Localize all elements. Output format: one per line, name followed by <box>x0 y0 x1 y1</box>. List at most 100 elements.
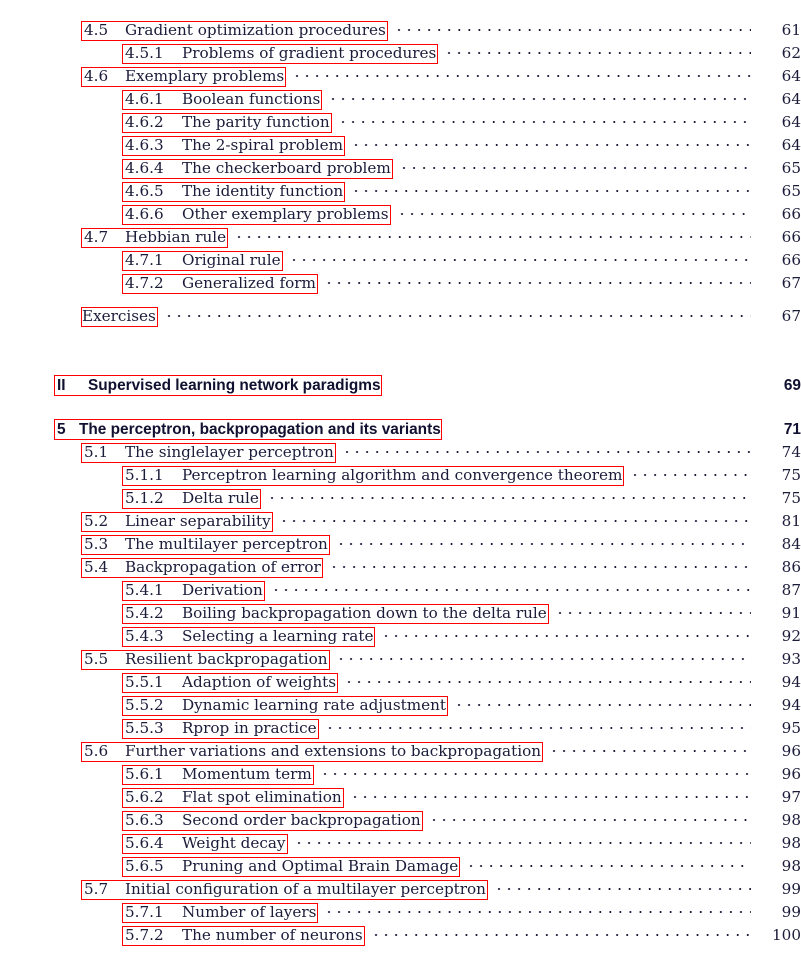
toc-entry-page-number: 64 <box>781 90 801 108</box>
toc-link-box[interactable]: 5.6.1 Momentum term <box>122 765 314 785</box>
toc-entry-4-7-2[interactable]: 4.7.2 Generalized form 67 <box>0 271 801 294</box>
toc-link-box[interactable]: 5.4.3 Selecting a learning rate <box>122 627 376 647</box>
toc-link-box[interactable]: 4.6.6 Other exemplary problems <box>122 205 391 225</box>
toc-link-box[interactable]: 5.5.1 Adaption of weights <box>122 673 339 693</box>
toc-link-box[interactable]: 4.6.3 The 2-spiral problem <box>122 136 345 156</box>
toc-entry-title: Number of layers <box>182 903 317 921</box>
toc-link-box[interactable]: 5.7 Initial configuration of a multilayer… <box>81 880 488 900</box>
toc-link-box[interactable]: Exercises <box>81 307 158 327</box>
toc-entry-4-5-1[interactable]: 4.5.1 Problems of gradient procedures 62 <box>0 41 801 64</box>
toc-entry-5-7-1[interactable]: 5.7.1 Number of layers 99 <box>0 900 801 923</box>
dot-leader <box>388 373 751 390</box>
toc-link-box[interactable]: 4.7.2 Generalized form <box>122 274 318 294</box>
toc-entry-5-6-4[interactable]: 5.6.4 Weight decay 98 <box>0 831 801 854</box>
toc-entry-5-6-5[interactable]: 5.6.5 Pruning and Optimal Brain Damage 98 <box>0 854 801 877</box>
toc-entry-5-7[interactable]: 5.7 Initial configuration of a multilayer… <box>0 877 801 900</box>
toc-entry-4-6-5[interactable]: 4.6.5 The identity function 65 <box>0 179 801 202</box>
toc-entry-4-6-6[interactable]: 4.6.6 Other exemplary problems 66 <box>0 202 801 225</box>
toc-entry-number: 5.5.1 <box>125 673 164 691</box>
toc-entry-5-7-2[interactable]: 5.7.2 The number of neurons 100 <box>0 923 801 946</box>
toc-entry-page-number: 94 <box>781 696 801 714</box>
toc-entry-4-6-1[interactable]: 4.6.1 Boolean functions 64 <box>0 87 801 110</box>
toc-entry-5-6-1[interactable]: 5.6.1 Momentum term 96 <box>0 762 801 785</box>
toc-link-box[interactable]: 5.6.3 Second order backpropagation <box>122 811 423 831</box>
toc-entry-4-6-3[interactable]: 4.6.3 The 2-spiral problem 64 <box>0 133 801 156</box>
toc-entry-4-7[interactable]: 4.7 Hebbian rule 66 <box>0 225 801 248</box>
dot-leader <box>428 808 751 825</box>
toc-entry-page-number: 67 <box>781 307 801 325</box>
toc-entry-page-number: 65 <box>781 182 801 200</box>
toc-entry-exercises[interactable]: Exercises 67 <box>0 304 801 327</box>
toc-entry-4-7-1[interactable]: 4.7.1 Original rule 66 <box>0 248 801 271</box>
toc-entry-4-5[interactable]: 4.5 Gradient optimization procedures 61 <box>0 18 801 41</box>
toc-link-box[interactable]: 5.1.1 Perceptron learning algorithm and c… <box>122 466 625 486</box>
toc-entry-title: Linear separability <box>125 512 271 530</box>
toc-entry-number: 4.6.6 <box>125 205 164 223</box>
toc-link-box[interactable]: 5.5.3 Rprop in practice <box>122 719 319 739</box>
toc-entry-5-5-2[interactable]: 5.5.2 Dynamic learning rate adjustment 94 <box>0 693 801 716</box>
toc-link-box[interactable]: 5.7.1 Number of layers <box>122 903 319 923</box>
toc-link-box[interactable]: 4.6.2 The parity function <box>122 113 332 133</box>
toc-entry-5-1-1[interactable]: 5.1.1 Perceptron learning algorithm and c… <box>0 463 801 486</box>
toc-entry-5-4-1[interactable]: 5.4.1 Derivation 87 <box>0 578 801 601</box>
toc-entry-page-number: 67 <box>781 274 801 292</box>
toc-entry-page-number: 66 <box>781 205 801 223</box>
toc-link-box[interactable]: 5.3 The multilayer perceptron <box>81 535 330 555</box>
toc-entry-4-6-2[interactable]: 4.6.2 The parity function 64 <box>0 110 801 133</box>
toc-entry-page-number: 69 <box>783 377 801 394</box>
toc-entry-title: Momentum term <box>182 765 312 783</box>
toc-entry-number: 5.1.2 <box>125 489 164 507</box>
toc-entry-5-1-2[interactable]: 5.1.2 Delta rule 75 <box>0 486 801 509</box>
toc-link-box[interactable]: 5 The perceptron, backpropagation and its… <box>54 419 442 440</box>
toc-link-box[interactable]: 4.5 Gradient optimization procedures <box>81 21 388 41</box>
toc-entry-5-5-3[interactable]: 5.5.3 Rprop in practice 95 <box>0 716 801 739</box>
toc-entry-page-number: 64 <box>781 67 801 85</box>
toc-entry-number: 4.6.3 <box>125 136 164 154</box>
toc-entry-5-4[interactable]: 5.4 Backpropagation of error 86 <box>0 555 801 578</box>
toc-entry-5-4-3[interactable]: 5.4.3 Selecting a learning rate 92 <box>0 624 801 647</box>
toc-entry-title: The parity function <box>182 113 330 131</box>
dot-leader <box>266 486 751 503</box>
toc-link-box[interactable]: 4.6 Exemplary problems <box>81 67 287 87</box>
toc-entry-4-6[interactable]: 4.6 Exemplary problems 64 <box>0 64 801 87</box>
toc-entry-5-1[interactable]: 5.1 The singlelayer perceptron 74 <box>0 440 801 463</box>
toc-entry-number: 5 <box>57 421 66 438</box>
toc-link-box[interactable]: 5.6.5 Pruning and Optimal Brain Damage <box>122 857 461 877</box>
toc-link-box[interactable]: 4.6.5 The identity function <box>122 182 346 202</box>
toc-link-box[interactable]: 5.5.2 Dynamic learning rate adjustment <box>122 696 448 716</box>
toc-link-box[interactable]: 5.6.2 Flat spot elimination <box>122 788 344 808</box>
toc-entry-5-5[interactable]: 5.5 Resilient backpropagation 93 <box>0 647 801 670</box>
toc-entry-5-6-3[interactable]: 5.6.3 Second order backpropagation 98 <box>0 808 801 831</box>
toc-link-box[interactable]: 5.6 Further variations and extensions to … <box>81 742 543 762</box>
toc-entry-5-4-2[interactable]: 5.4.2 Boiling backpropagation down to the… <box>0 601 801 624</box>
toc-link-box[interactable]: 4.5.1 Problems of gradient procedures <box>122 44 439 64</box>
toc-entry-number: 5.6.4 <box>125 834 164 852</box>
toc-entry-5-5-1[interactable]: 5.5.1 Adaption of weights 94 <box>0 670 801 693</box>
toc-entry-5[interactable]: 5 The perceptron, backpropagation and its… <box>0 417 801 440</box>
toc-entry-number: 5.7.2 <box>125 926 164 944</box>
toc-entry-title: Perceptron learning algorithm and conver… <box>182 466 623 484</box>
toc-link-box[interactable]: 5.5 Resilient backpropagation <box>81 650 330 670</box>
toc-link-box[interactable]: 5.4.2 Boiling backpropagation down to the… <box>122 604 549 624</box>
toc-link-box[interactable]: 4.7 Hebbian rule <box>81 228 229 248</box>
toc-link-box[interactable]: 5.4.1 Derivation <box>122 581 265 601</box>
toc-link-box[interactable]: II Supervised learning network paradigms <box>54 375 382 396</box>
toc-link-box[interactable]: 5.4 Backpropagation of error <box>81 558 323 578</box>
toc-entry-5-2[interactable]: 5.2 Linear separability 81 <box>0 509 801 532</box>
toc-link-box[interactable]: 4.6.1 Boolean functions <box>122 90 323 110</box>
toc-entry-II[interactable]: II Supervised learning network paradigms 6… <box>0 373 801 396</box>
toc-link-box[interactable]: 5.1 The singlelayer perceptron <box>81 443 336 463</box>
toc-entry-5-6-2[interactable]: 5.6.2 Flat spot elimination 97 <box>0 785 801 808</box>
dot-leader <box>292 64 751 81</box>
toc-entry-4-6-4[interactable]: 4.6.4 The checkerboard problem 65 <box>0 156 801 179</box>
toc-link-box[interactable]: 4.7.1 Original rule <box>122 251 283 271</box>
toc-link-box[interactable]: 5.7.2 The number of neurons <box>122 926 365 946</box>
toc-link-box[interactable]: 5.1.2 Delta rule <box>122 489 261 509</box>
toc-link-box[interactable]: 4.6.4 The checkerboard problem <box>122 159 393 179</box>
toc-entry-5-6[interactable]: 5.6 Further variations and extensions to … <box>0 739 801 762</box>
dot-leader <box>163 304 751 321</box>
toc-link-box[interactable]: 5.6.4 Weight decay <box>122 834 288 854</box>
toc-link-box[interactable]: 5.2 Linear separability <box>81 512 273 532</box>
toc-entry-5-3[interactable]: 5.3 The multilayer perceptron 84 <box>0 532 801 555</box>
table-of-contents: 4.5 Gradient optimization procedures 61 4.5… <box>0 0 801 946</box>
